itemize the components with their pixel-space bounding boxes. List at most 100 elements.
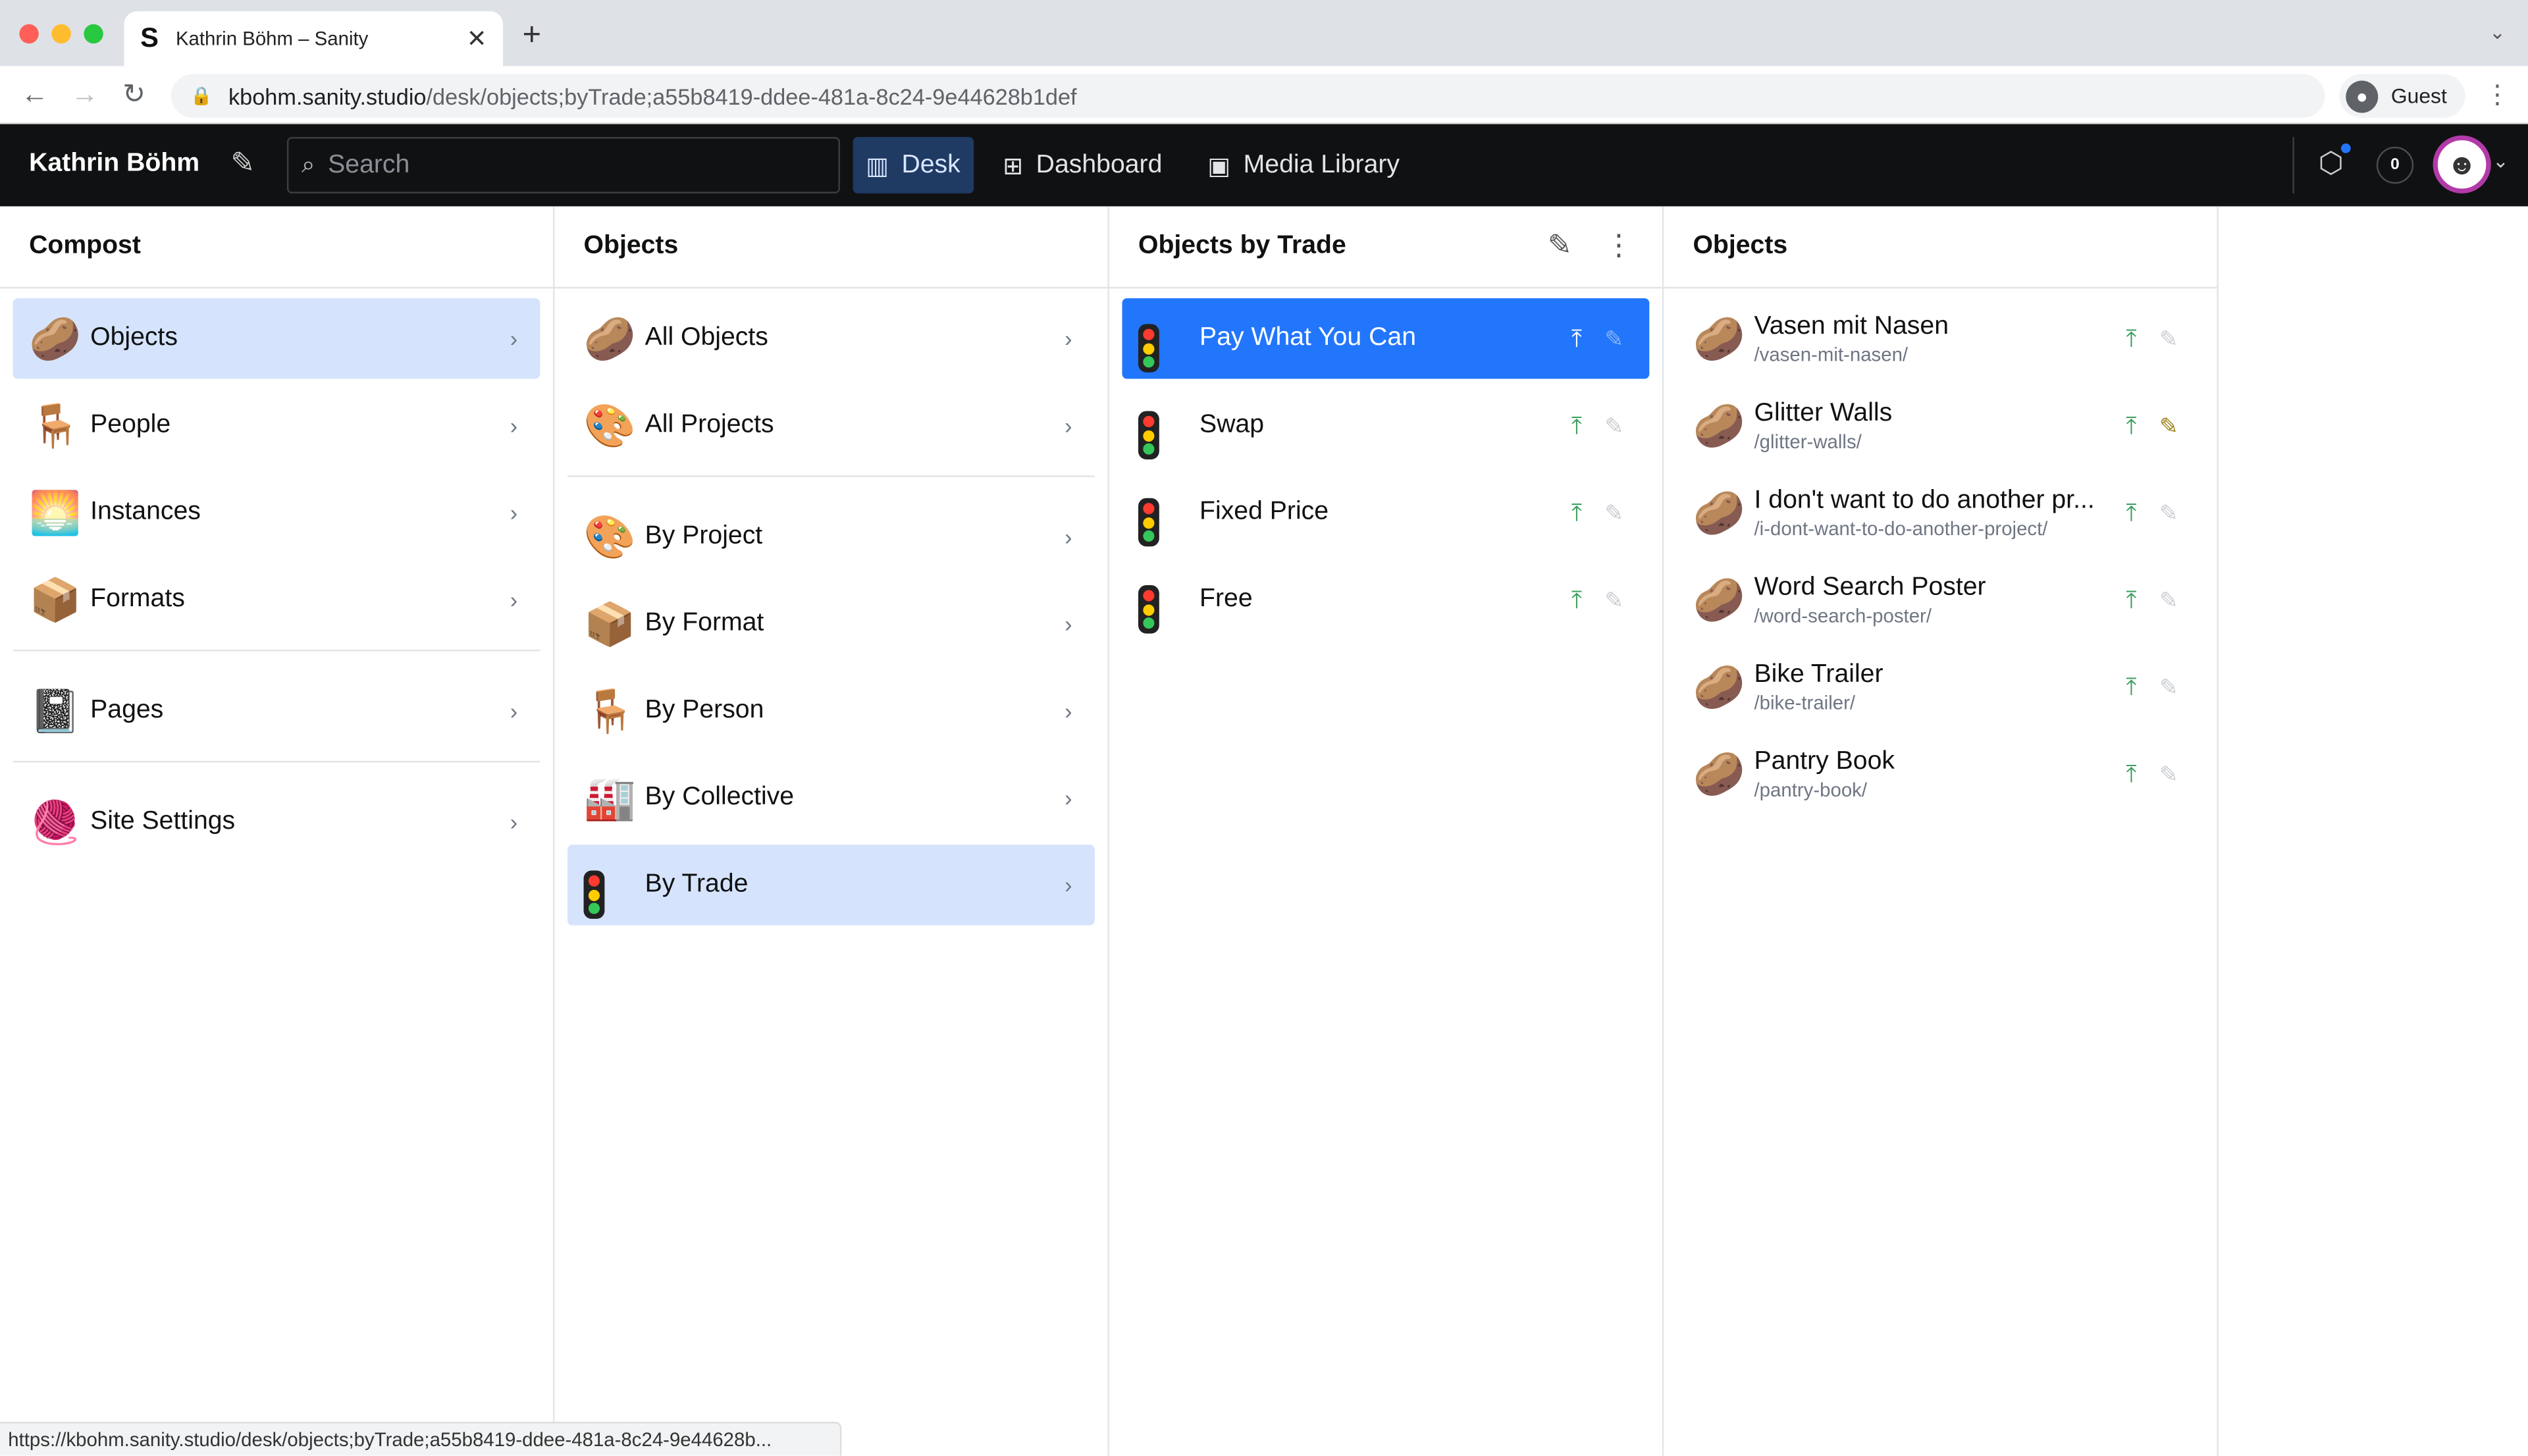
sanity-favicon-icon: S: [140, 22, 159, 53]
list-item-by-collective[interactable]: 🏭 By Collective ›: [567, 758, 1095, 838]
item-label: Pay What You Can: [1199, 324, 1416, 351]
browser-menu-icon[interactable]: ⋮: [2485, 79, 2510, 111]
search-box[interactable]: ⌕: [286, 137, 840, 194]
sidebar-item-pages[interactable]: 📓 Pages ›: [13, 671, 540, 751]
sidebar-item-people[interactable]: 🪑 People ›: [13, 385, 540, 465]
published-icon: ⤒: [2126, 673, 2137, 701]
sidebar-item-objects[interactable]: 🥔 Objects ›: [13, 298, 540, 379]
chevron-right-icon: ›: [510, 809, 518, 835]
package-icon: 📦: [29, 575, 82, 624]
yarn-icon: 🧶: [29, 798, 82, 846]
list-item-by-trade[interactable]: By Trade ›: [567, 845, 1095, 925]
edit-pencil-icon: ✎: [1604, 586, 1624, 612]
traffic-light-icon: [583, 851, 645, 920]
document-item[interactable]: 🥔 Pantry Book/pantry-book/ ⤒ ✎: [1677, 733, 2204, 814]
window-close-button[interactable]: [19, 24, 39, 44]
forward-arrow-icon[interactable]: →: [71, 79, 99, 111]
potato-icon: 🥔: [1693, 314, 1745, 363]
browser-tab[interactable]: S Kathrin Böhm – Sanity ✕: [124, 11, 504, 66]
document-item[interactable]: 🥔 Glitter Walls/glitter-walls/ ⤒ ✎: [1677, 385, 2204, 465]
divider: [13, 649, 540, 652]
item-label: Fixed Price: [1199, 498, 1329, 526]
profile-button[interactable]: ● Guest: [2339, 74, 2465, 118]
tool-dashboard[interactable]: ⊞ Dashboard: [990, 137, 1175, 194]
window-minimize-button[interactable]: [51, 24, 71, 44]
chevron-right-icon: ›: [1065, 785, 1072, 811]
divider: [13, 760, 540, 763]
list-item-all-projects[interactable]: 🎨 All Projects ›: [567, 385, 1095, 465]
window-zoom-button[interactable]: [84, 24, 103, 44]
document-item[interactable]: 🥔 I don't want to do another pr.../i-don…: [1677, 473, 2204, 553]
divider: [567, 475, 1095, 477]
published-icon: ⤒: [2126, 411, 2137, 440]
document-item[interactable]: 🥔 Bike Trailer/bike-trailer/ ⤒ ✎: [1677, 646, 2204, 727]
list-item-swap[interactable]: Swap ⤒ ✎: [1122, 385, 1650, 465]
sidebar-item-site-settings[interactable]: 🧶 Site Settings ›: [13, 782, 540, 862]
chevron-right-icon: ›: [1065, 611, 1072, 637]
palette-icon: 🎨: [583, 401, 636, 450]
list-item-by-format[interactable]: 📦 By Format ›: [567, 584, 1095, 664]
published-icon: ⤒: [2126, 586, 2137, 613]
item-label: By Project: [645, 522, 763, 550]
tool-desk[interactable]: ▥ Desk: [853, 137, 974, 194]
chair-icon: 🪑: [583, 687, 636, 735]
factory-icon: 🏭: [583, 773, 636, 822]
package-icon[interactable]: ⬡: [2319, 143, 2351, 180]
pane-objects-title: Objects: [554, 206, 1108, 289]
potato-icon: 🥔: [1693, 401, 1745, 450]
document-item[interactable]: 🥔 Word Search Poster/word-search-poster/…: [1677, 559, 2204, 640]
chevron-right-icon: ›: [510, 586, 518, 613]
item-label: By Trade: [645, 870, 749, 898]
item-label: Free: [1199, 585, 1253, 613]
chevron-right-icon: ›: [1065, 698, 1072, 724]
address-bar[interactable]: 🔒 kbohm.sanity.studio/desk/objects;byTra…: [171, 74, 2325, 118]
compose-icon[interactable]: ✎: [1548, 229, 1572, 263]
edit-pencil-icon: ✎: [2159, 586, 2178, 612]
chevron-down-icon[interactable]: ⌄: [2492, 150, 2509, 172]
pane-objects-by-trade: Objects by Trade ✎ ⋮ Pay What You Can ⤒ …: [1109, 206, 1664, 1456]
tool-media-library[interactable]: ▣ Media Library: [1195, 137, 1413, 194]
item-label: By Format: [645, 609, 764, 637]
profile-avatar-icon: ●: [2346, 80, 2379, 113]
update-dot: [2340, 143, 2351, 153]
back-arrow-icon[interactable]: ←: [21, 79, 49, 111]
published-icon: ⤒: [2126, 498, 2137, 527]
list-item-fixed-price[interactable]: Fixed Price ⤒ ✎: [1122, 473, 1650, 553]
list-item-by-person[interactable]: 🪑 By Person ›: [567, 671, 1095, 751]
user-avatar[interactable]: ☻: [2433, 135, 2491, 194]
pane-objects: Objects 🥔 All Objects › 🎨 All Projects ›…: [554, 206, 1109, 1456]
list-item-by-project[interactable]: 🎨 By Project ›: [567, 496, 1095, 577]
search-icon: ⌕: [301, 151, 315, 179]
notification-badge[interactable]: 0: [2376, 146, 2414, 184]
item-label: Objects: [90, 324, 178, 351]
sidebar-item-formats[interactable]: 📦 Formats ›: [13, 559, 540, 640]
chevron-right-icon: ›: [510, 698, 518, 724]
tab-close-icon[interactable]: ✕: [467, 24, 487, 53]
published-icon: ⤒: [1571, 586, 1583, 613]
profile-label: Guest: [2390, 84, 2447, 109]
item-label: Formats: [90, 585, 185, 613]
studio-brand[interactable]: Kathrin Böhm: [29, 150, 199, 179]
browser-toolbar: ← → ↻ 🔒 kbohm.sanity.studio/desk/objects…: [0, 66, 2528, 124]
new-tab-plus-icon[interactable]: +: [522, 18, 541, 55]
search-input[interactable]: [328, 150, 796, 180]
pane-objects-by-trade-title: Objects by Trade: [1138, 232, 1346, 260]
lock-icon: 🔒: [190, 87, 213, 107]
chevron-right-icon: ›: [510, 412, 518, 439]
list-item-free[interactable]: Free ⤒ ✎: [1122, 559, 1650, 640]
studio-navbar: Kathrin Böhm ✎ ⌕ ▥ Desk ⊞ Dashboard ▣ Me…: [0, 124, 2528, 207]
pane-objects-list: 🥔 All Objects › 🎨 All Projects › 🎨 By Pr…: [554, 288, 1107, 941]
tab-search-chevron-icon[interactable]: ⌄: [2489, 21, 2506, 43]
item-label: All Objects: [645, 324, 768, 351]
pane-documents-title: Objects: [1664, 206, 2217, 289]
pane-compost: Compost 🥔 Objects › 🪑 People › 🌅 Instanc…: [0, 206, 555, 1456]
tool-media-library-label: Media Library: [1243, 150, 1400, 178]
edit-pencil-icon: ✎: [2159, 673, 2178, 699]
sidebar-item-instances[interactable]: 🌅 Instances ›: [13, 473, 540, 553]
list-item-pay-what-you-can[interactable]: Pay What You Can ⤒ ✎: [1122, 298, 1650, 379]
compose-icon[interactable]: ✎: [230, 147, 255, 180]
more-menu-icon[interactable]: ⋮: [1604, 229, 1633, 263]
reload-icon[interactable]: ↻: [122, 79, 145, 111]
document-item[interactable]: 🥔 Vasen mit Nasen/vasen-mit-nasen/ ⤒ ✎: [1677, 298, 2204, 378]
list-item-all-objects[interactable]: 🥔 All Objects ›: [567, 298, 1095, 378]
